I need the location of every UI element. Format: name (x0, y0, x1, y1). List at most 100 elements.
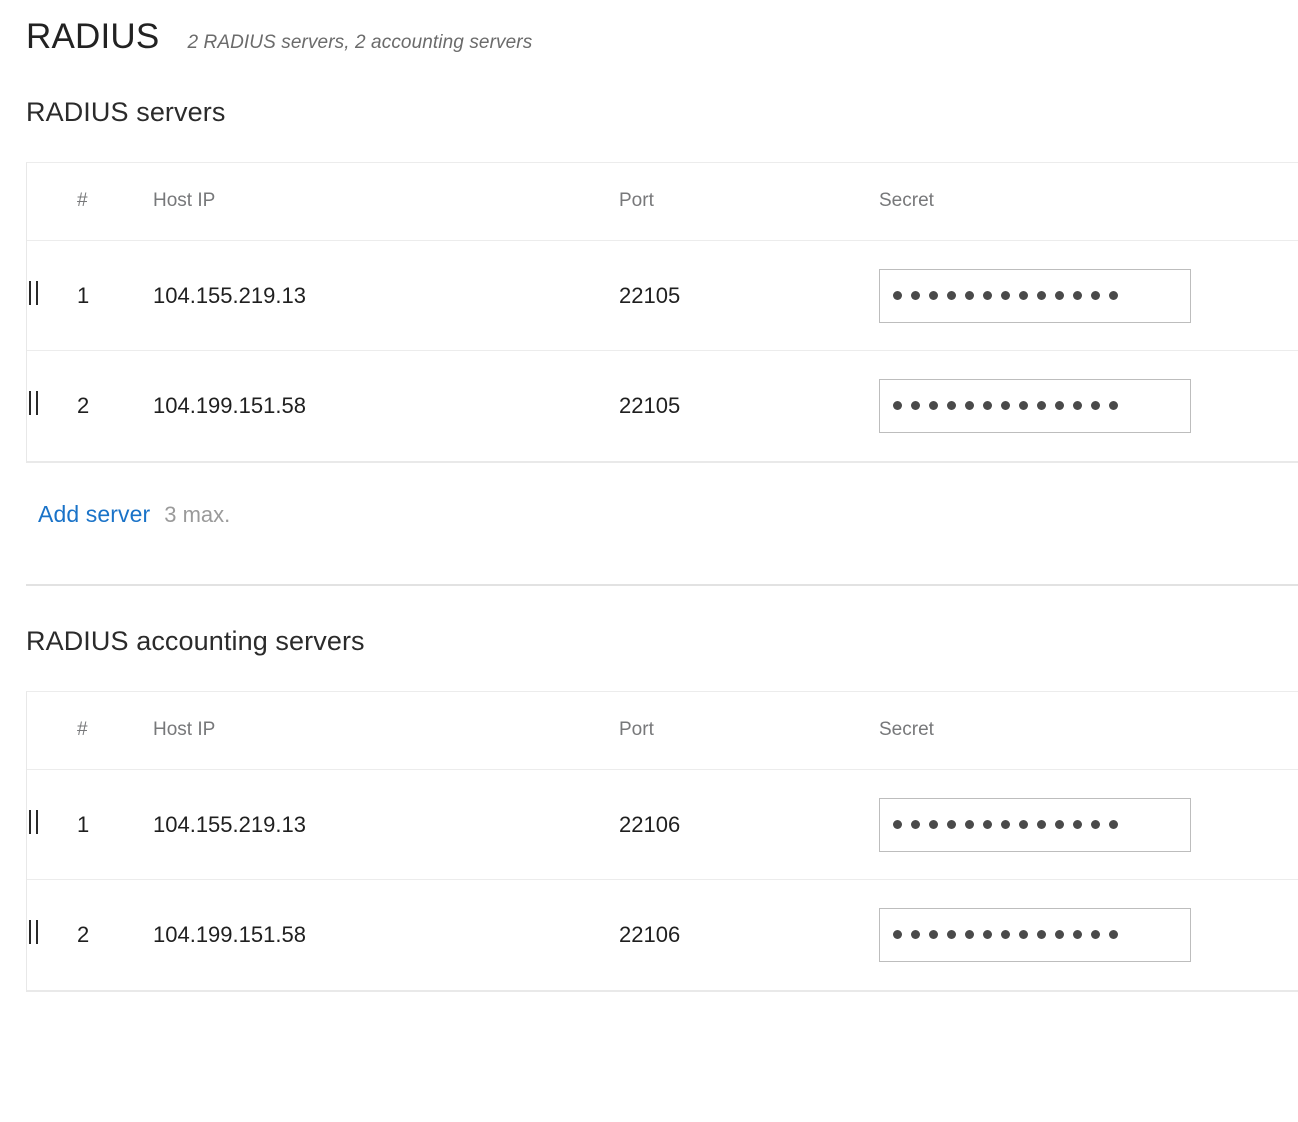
row-host-ip-cell: 104.199.151.58 (153, 879, 619, 990)
password-dot (1019, 820, 1028, 829)
page-header: RADIUS 2 RADIUS servers, 2 accounting se… (0, 0, 1298, 57)
password-dot (947, 401, 956, 411)
table-header-row: # Host IP Port Secret (27, 691, 1298, 770)
secret-input[interactable] (879, 797, 1191, 852)
row-drag-handle-cell (27, 769, 77, 880)
add-server-link[interactable]: Add server (38, 501, 150, 528)
row-index-cell: 2 (77, 350, 153, 461)
password-dot (983, 401, 992, 411)
row-port-cell: 22105 (619, 350, 879, 461)
row-drag-handle-cell (27, 350, 77, 461)
row-secret-cell (879, 879, 1298, 990)
row-index-cell: 2 (77, 879, 153, 990)
password-dot (893, 820, 902, 829)
password-dot (1001, 291, 1010, 300)
password-dot (911, 820, 920, 829)
password-dot (1091, 930, 1100, 940)
password-dot (1073, 291, 1082, 300)
secret-input[interactable] (879, 907, 1191, 962)
password-dot (1109, 930, 1118, 940)
row-secret-cell (879, 350, 1298, 461)
password-dot (965, 401, 974, 411)
password-dot (983, 820, 992, 829)
password-dot (1019, 291, 1028, 300)
password-dot (947, 930, 956, 940)
radius-servers-table-container: # Host IP Port Secret 1 104.155.219.13 221… (26, 161, 1298, 463)
radius-accounting-servers-table-body: 1 104.155.219.13 22106 2 104.199.151.58 22106 (27, 769, 1298, 990)
password-dot (1091, 291, 1100, 300)
add-server-max-note: 3 max. (164, 501, 231, 527)
column-header-handle (27, 691, 77, 770)
row-host-ip-cell: 104.155.219.13 (153, 769, 619, 880)
password-dot (1109, 820, 1118, 829)
password-dot (1001, 401, 1010, 411)
secret-input[interactable] (879, 268, 1191, 323)
password-dot (1001, 930, 1010, 940)
password-dot (1019, 401, 1028, 411)
column-header-host-ip: Host IP (153, 162, 619, 241)
password-dot (929, 930, 938, 940)
drag-handle-icon[interactable] (27, 280, 41, 305)
row-port-cell: 22106 (619, 879, 879, 990)
secret-input[interactable] (879, 378, 1191, 433)
password-dot (893, 401, 902, 411)
password-dot (929, 291, 938, 300)
password-dot (911, 930, 920, 940)
row-index-cell: 1 (77, 240, 153, 351)
password-dot (929, 820, 938, 829)
password-dot (1109, 291, 1118, 300)
column-header-number: # (77, 691, 153, 770)
row-host-ip-cell: 104.199.151.58 (153, 350, 619, 461)
drag-handle-icon[interactable] (27, 390, 41, 415)
radius-accounting-servers-table-container: # Host IP Port Secret 1 104.155.219.13 221… (26, 690, 1298, 992)
password-dot (965, 291, 974, 300)
password-dot (1019, 930, 1028, 940)
row-index-cell: 1 (77, 769, 153, 880)
column-header-secret: Secret (879, 162, 1298, 241)
row-host-ip-cell: 104.155.219.13 (153, 240, 619, 351)
section-title-radius-servers: RADIUS servers (26, 96, 226, 127)
password-dot (1037, 820, 1046, 829)
password-dot (911, 401, 920, 411)
column-header-port: Port (619, 162, 879, 241)
radius-servers-table: # Host IP Port Secret 1 104.155.219.13 221… (27, 162, 1298, 461)
column-header-port: Port (619, 691, 879, 770)
table-row: 2 104.199.151.58 22105 (27, 350, 1298, 461)
password-dot (893, 930, 902, 940)
drag-handle-icon[interactable] (27, 919, 41, 944)
row-secret-cell (879, 240, 1298, 351)
row-drag-handle-cell (27, 240, 77, 351)
row-port-cell: 22105 (619, 240, 879, 351)
password-dot (1055, 820, 1064, 829)
password-dot (1091, 820, 1100, 829)
table-row: 1 104.155.219.13 22106 (27, 769, 1298, 880)
password-dot (947, 291, 956, 300)
password-dot (911, 291, 920, 300)
section-title-radius-accounting-servers: RADIUS accounting servers (26, 625, 365, 656)
column-header-number: # (77, 162, 153, 241)
password-dot (1055, 401, 1064, 411)
table-row: 1 104.155.219.13 22105 (27, 240, 1298, 351)
password-dot (1109, 401, 1118, 411)
password-dot (1055, 930, 1064, 940)
radius-accounting-servers-table: # Host IP Port Secret 1 104.155.219.13 221… (27, 691, 1298, 990)
drag-handle-icon[interactable] (27, 809, 41, 834)
radius-servers-table-body: 1 104.155.219.13 22105 2 104.199.151.58 22105 (27, 240, 1298, 461)
table-header-row: # Host IP Port Secret (27, 162, 1298, 241)
password-dot (965, 930, 974, 940)
password-dot (929, 401, 938, 411)
row-port-cell: 22106 (619, 769, 879, 880)
page-title: RADIUS (26, 17, 160, 56)
row-drag-handle-cell (27, 879, 77, 990)
password-dot (1055, 291, 1064, 300)
password-dot (1073, 930, 1082, 940)
column-header-secret: Secret (879, 691, 1298, 770)
password-dot (1037, 291, 1046, 300)
password-dot (983, 291, 992, 300)
add-server-row: Add server 3 max. (0, 463, 1298, 528)
password-dot (1037, 401, 1046, 411)
row-secret-cell (879, 769, 1298, 880)
password-dot (1073, 820, 1082, 829)
page-subtitle: 2 RADIUS servers, 2 accounting servers (187, 32, 533, 53)
password-dot (1073, 401, 1082, 411)
